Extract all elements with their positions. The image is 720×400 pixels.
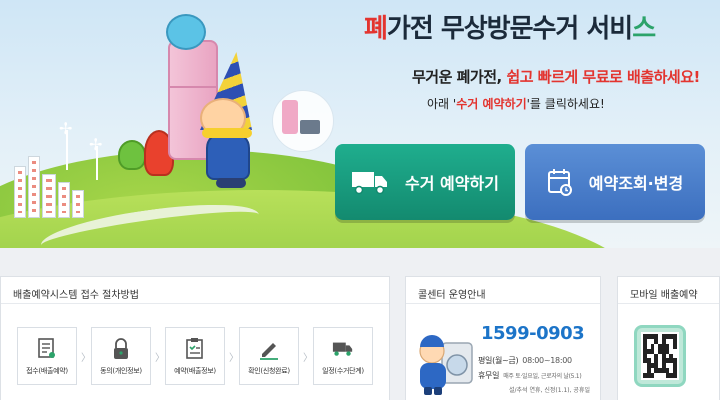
- step-schedule[interactable]: 일정(수거단계): [313, 327, 373, 385]
- hero-banner: 폐가전 무상방문수거 서비스 무거운 폐가전, 쉽고 빠르게 무료로 배출하세요…: [0, 0, 720, 248]
- reservation-inquiry-button[interactable]: 예약조회·변경: [525, 144, 705, 220]
- holiday-info: 휴무일 매주 토·일요일, 근로자의 날(5.1): [478, 370, 582, 381]
- panel-divider: [618, 303, 719, 304]
- green-character-illustration: [118, 140, 146, 170]
- mascot-shoes-illustration: [216, 178, 246, 188]
- call-center-phone-number[interactable]: 1599-0903: [481, 323, 585, 344]
- document-icon: [36, 338, 58, 360]
- holiday-text-2: 설/추석 연휴, 신정(1.1), 공휴일: [509, 387, 590, 394]
- inquiry-button-label: 예약조회·변경: [588, 174, 684, 193]
- chevron-right-icon: 〉: [155, 353, 165, 364]
- step-reception[interactable]: 접수(배출예약): [17, 327, 77, 385]
- wind-turbine-icon: [59, 119, 72, 170]
- chevron-right-icon: 〉: [229, 353, 239, 364]
- mascot-scarf-illustration: [202, 128, 252, 138]
- hero-title-end: 스: [632, 14, 656, 44]
- step-consent[interactable]: 동의(개인정보): [91, 327, 151, 385]
- step-label: 일정(수거단계): [322, 367, 364, 375]
- mascot-body-illustration: [206, 132, 250, 180]
- mobile-panel-title: 모바일 배출예약: [630, 290, 698, 301]
- qr-code-icon[interactable]: [634, 325, 686, 387]
- call-center-agent-icon: [419, 335, 473, 395]
- qr-code-grid: [641, 332, 679, 380]
- panel-divider: [406, 303, 600, 304]
- hero-instruction-highlight: 수거 예약하기: [456, 97, 527, 111]
- chevron-right-icon: 〉: [303, 353, 313, 364]
- truck-icon: [332, 338, 354, 360]
- hero-subtitle-highlight: 쉽고 빠르게 무료로 배출하세요!: [506, 68, 700, 86]
- hero-subtitle-part1: 무거운 폐가전,: [412, 68, 507, 86]
- checklist-icon: [184, 338, 206, 360]
- step-label: 예약(배출정보): [174, 367, 216, 375]
- qr-module: [673, 373, 677, 378]
- holiday-label: 휴무일: [478, 371, 500, 380]
- holiday-text: 매주 토·일요일, 근로자의 날(5.1): [503, 373, 582, 380]
- hero-title-main: 가전 무상방문수거 서비: [386, 14, 633, 44]
- steps-panel-title: 배출예약시스템 접수 절차방법: [13, 290, 139, 301]
- mobile-reservation-panel: 모바일 배출예약: [617, 276, 720, 400]
- hero-title: 폐가전 무상방문수거 서비스: [364, 8, 656, 45]
- step-confirm[interactable]: 확인(신청완료): [239, 327, 299, 385]
- call-center-panel: 콜센터 운영안내 1599-0903 평일(월~금) 08:00~18:00 휴무…: [405, 276, 601, 400]
- hero-instruction: 아래 '수거 예약하기'를 클릭하세요!: [427, 95, 605, 112]
- chevron-right-icon: 〉: [81, 353, 91, 364]
- step-reservation[interactable]: 예약(배출정보): [165, 327, 225, 385]
- blue-character-illustration: [166, 14, 206, 50]
- call-panel-title: 콜센터 운영안내: [418, 290, 486, 301]
- reservation-steps-panel: 배출예약시스템 접수 절차방법 접수(배출예약) 〉 동의(개인정보) 〉 예약…: [0, 276, 390, 400]
- hero-title-highlight: 폐: [364, 14, 388, 44]
- weekday-label: 평일(월~금): [478, 356, 519, 365]
- pen-icon: [258, 338, 280, 360]
- panel-divider: [1, 303, 389, 304]
- city-buildings-illustration: [14, 148, 84, 218]
- calendar-icon: [547, 169, 572, 196]
- pickup-reservation-button[interactable]: 수거 예약하기: [335, 144, 515, 220]
- step-label: 동의(개인정보): [100, 367, 142, 375]
- small-fridge-icon: [282, 100, 298, 134]
- hero-instruction-part3: '를 클릭하세요!: [526, 97, 605, 111]
- pickup-button-label: 수거 예약하기: [405, 174, 499, 193]
- truck-icon: [352, 172, 388, 195]
- hero-subtitle: 무거운 폐가전, 쉽고 빠르게 무료로 배출하세요!: [412, 66, 700, 87]
- small-tv-icon: [300, 120, 320, 134]
- hero-instruction-part1: 아래 ': [427, 97, 457, 111]
- lock-icon: [110, 338, 132, 360]
- weekday-hours-value: 08:00~18:00: [522, 356, 572, 365]
- step-label: 확인(신청완료): [248, 367, 290, 375]
- weekday-hours: 평일(월~금) 08:00~18:00: [478, 355, 572, 366]
- step-label: 접수(배출예약): [26, 367, 68, 375]
- wind-turbine-icon: [89, 135, 102, 180]
